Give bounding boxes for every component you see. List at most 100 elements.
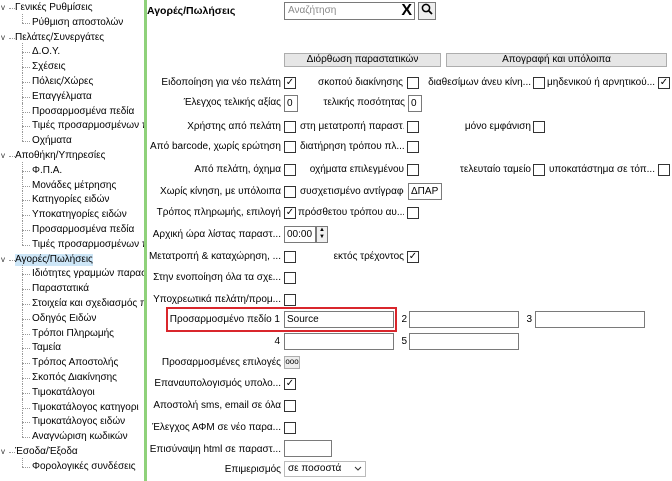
- chevron-down-icon[interactable]: v: [1, 254, 5, 266]
- last-cashbox-label: τελευταίο ταμείο: [459, 164, 531, 175]
- vehicle-from-customer-checkbox[interactable]: [284, 164, 296, 176]
- additional-payment-checkbox[interactable]: [407, 207, 419, 219]
- tree-item[interactable]: Τρόποι Πληρωμής: [0, 324, 144, 340]
- tree-item[interactable]: v Γενικές Ρυθμίσεις: [0, 2, 144, 14]
- allocation-select[interactable]: σε ποσοστά: [284, 461, 366, 477]
- keep-payment-checkbox[interactable]: [407, 141, 419, 153]
- search-input[interactable]: Αναζήτηση X: [284, 2, 415, 20]
- tree-item[interactable]: Παραστατικά: [0, 280, 144, 295]
- branch-place-checkbox[interactable]: [658, 164, 670, 176]
- tree-item[interactable]: Σκοπός Διακίνησης: [0, 369, 144, 384]
- tree-item[interactable]: Τιμοκατάλογοι: [0, 383, 144, 399]
- user-from-customer-checkbox[interactable]: [284, 121, 296, 133]
- zero-or-negative-checkbox[interactable]: ✓: [658, 77, 670, 89]
- tree-item-label: Φ.Π.Α.: [32, 164, 63, 176]
- custom-field-2-label: 2: [401, 314, 407, 325]
- tree-item[interactable]: Ρύθμιση αποστολών: [0, 13, 144, 29]
- tree-item[interactable]: Σχέσεις: [0, 58, 144, 73]
- clear-icon[interactable]: X: [401, 2, 412, 20]
- tree-item[interactable]: Τιμοκατάλογος κατηγορι: [0, 398, 144, 414]
- tree-item[interactable]: Προσαρμοσμένα πεδία: [0, 221, 144, 236]
- allocation-value: σε ποσοστά: [288, 463, 342, 474]
- tree-item[interactable]: Τρόπος Αποστολής: [0, 354, 144, 369]
- tree-item[interactable]: Κατηγορίες ειδών: [0, 191, 144, 207]
- tree-item-label: Αποθήκη/Υπηρεσίες: [15, 150, 106, 161]
- selected-vehicles-checkbox[interactable]: [407, 164, 419, 176]
- send-sms-label: Αποστολή sms, email σε όλα: [153, 400, 281, 411]
- on-conversion-checkbox[interactable]: [407, 121, 419, 133]
- send-sms-checkbox[interactable]: [284, 400, 296, 412]
- payment-method-checkbox[interactable]: ✓: [284, 207, 296, 219]
- tree-item[interactable]: Δ.Ο.Υ.: [0, 43, 144, 59]
- tree-item[interactable]: v Έσοδα/Έξοδα: [0, 446, 144, 458]
- tree-item-label: Έσοδα/Έξοδα: [15, 446, 78, 457]
- tree-item[interactable]: Ιδιότητες γραμμών παραστ: [0, 265, 144, 281]
- tree-item[interactable]: Τιμοκατάλογος ειδών: [0, 413, 144, 429]
- tree-item[interactable]: Αναγνώριση κωδικών: [0, 428, 144, 443]
- shipping-purpose-checkbox[interactable]: [407, 77, 419, 89]
- tree-item[interactable]: Στοιχεία και σχεδιασμός π: [0, 295, 144, 310]
- custom-field-4-input[interactable]: [284, 333, 394, 350]
- chevron-down-icon[interactable]: v: [1, 150, 5, 162]
- tree-item-label: Προσαρμοσμένα πεδία: [32, 224, 135, 235]
- consolidation-checkbox[interactable]: [284, 272, 296, 284]
- custom-field-1-input[interactable]: Source: [284, 311, 394, 328]
- tree-item[interactable]: Φ.Π.Α.: [0, 161, 144, 177]
- tree-item-label: Τιμοκατάλογοι: [32, 386, 95, 398]
- chevron-down-icon[interactable]: v: [1, 2, 5, 14]
- vat-check-checkbox[interactable]: [284, 422, 296, 434]
- tree-item[interactable]: Φορολογικές συνδέσεις: [0, 457, 144, 473]
- on-conversion-label: στη μετατροπή παραστ.: [300, 121, 404, 132]
- tree-item[interactable]: Επαγγέλματα: [0, 87, 144, 103]
- tree-item[interactable]: Προσαρμοσμένα πεδία: [0, 102, 144, 118]
- tree-item[interactable]: Ταμεία: [0, 339, 144, 355]
- recalculate-balance-checkbox[interactable]: ✓: [284, 378, 296, 390]
- inventory-button[interactable]: Απογραφή και υπόλοιπα: [446, 53, 667, 67]
- custom-field-2-input[interactable]: [409, 311, 519, 328]
- tree-item[interactable]: Οχήματα: [0, 132, 144, 147]
- tree-item-label: Αγορές/Πωλήσεις: [15, 253, 93, 266]
- from-barcode-checkbox[interactable]: [284, 141, 296, 153]
- tree-item[interactable]: Υποκατηγορίες ειδών: [0, 206, 144, 221]
- convert-register-checkbox[interactable]: [284, 251, 296, 263]
- time-spinner[interactable]: ▲ ▼: [316, 226, 328, 243]
- settings-tree[interactable]: v Γενικές Ρυθμίσεις Ρύθμιση αποστολών v Πελά…: [0, 0, 147, 481]
- display-only-checkbox[interactable]: [533, 121, 545, 133]
- tree-item[interactable]: Τιμές προσαρμοσμένων π: [0, 117, 144, 133]
- custom-field-5-input[interactable]: [409, 333, 519, 350]
- tree-item[interactable]: Οδηγός Ειδών: [0, 309, 144, 325]
- custom-options-button[interactable]: ooo: [284, 356, 300, 369]
- user-from-customer-label: Χρήστης από πελάτη: [187, 121, 281, 132]
- shipping-purpose-label: σκοπού διακίνησης: [318, 77, 403, 88]
- tree-item[interactable]: Μονάδες μέτρησης: [0, 176, 144, 192]
- tree-item-label: Φορολογικές συνδέσεις: [32, 460, 136, 472]
- mandatory-customer-label: Υποχρεωτικά πελάτη/προμ...: [153, 294, 281, 305]
- tree-item-label: Σχέσεις: [32, 61, 66, 73]
- tree-item[interactable]: v Πελάτες/Συνεργάτες: [0, 32, 144, 44]
- linked-copy-input[interactable]: ΔΠΑΡ: [408, 183, 442, 200]
- convert-register-label: Μετατροπή & καταχώρηση, ...: [148, 251, 281, 262]
- tree-item[interactable]: v Αγορές/Πωλήσεις: [0, 253, 144, 266]
- keep-payment-label: διατήρηση τρόπου πλ...: [300, 141, 404, 152]
- no-movement-checkbox[interactable]: [284, 186, 296, 198]
- available-without-movement-checkbox[interactable]: [533, 77, 545, 89]
- tree-item[interactable]: v Αποθήκη/Υπηρεσίες: [0, 150, 144, 162]
- tree-item[interactable]: Τιμές προσαρμοσμένων π: [0, 235, 144, 251]
- tree-item-label: Οχήματα: [32, 135, 72, 147]
- new-customer-notify-checkbox[interactable]: ✓: [284, 77, 296, 89]
- custom-field-3-label: 3: [526, 314, 532, 325]
- tree-item[interactable]: Πόλεις/Χώρες: [0, 73, 144, 88]
- chevron-down-icon[interactable]: v: [1, 446, 5, 458]
- chevron-down-icon[interactable]: v: [1, 32, 5, 44]
- final-quantity-input[interactable]: 0: [408, 95, 422, 112]
- excluding-current-checkbox[interactable]: ✓: [407, 251, 419, 263]
- final-value-input[interactable]: 0: [284, 95, 298, 112]
- last-cashbox-checkbox[interactable]: [533, 164, 545, 176]
- custom-field-3-input[interactable]: [535, 311, 645, 328]
- search-icon[interactable]: [418, 2, 436, 20]
- mandatory-customer-checkbox[interactable]: [284, 294, 296, 306]
- list-start-time-input[interactable]: 00:00: [284, 226, 316, 243]
- final-quantity-label: τελικής ποσότητας: [323, 97, 405, 108]
- attach-html-input[interactable]: [284, 440, 332, 457]
- doc-fix-button[interactable]: Διόρθωση παραστατικών: [284, 53, 441, 67]
